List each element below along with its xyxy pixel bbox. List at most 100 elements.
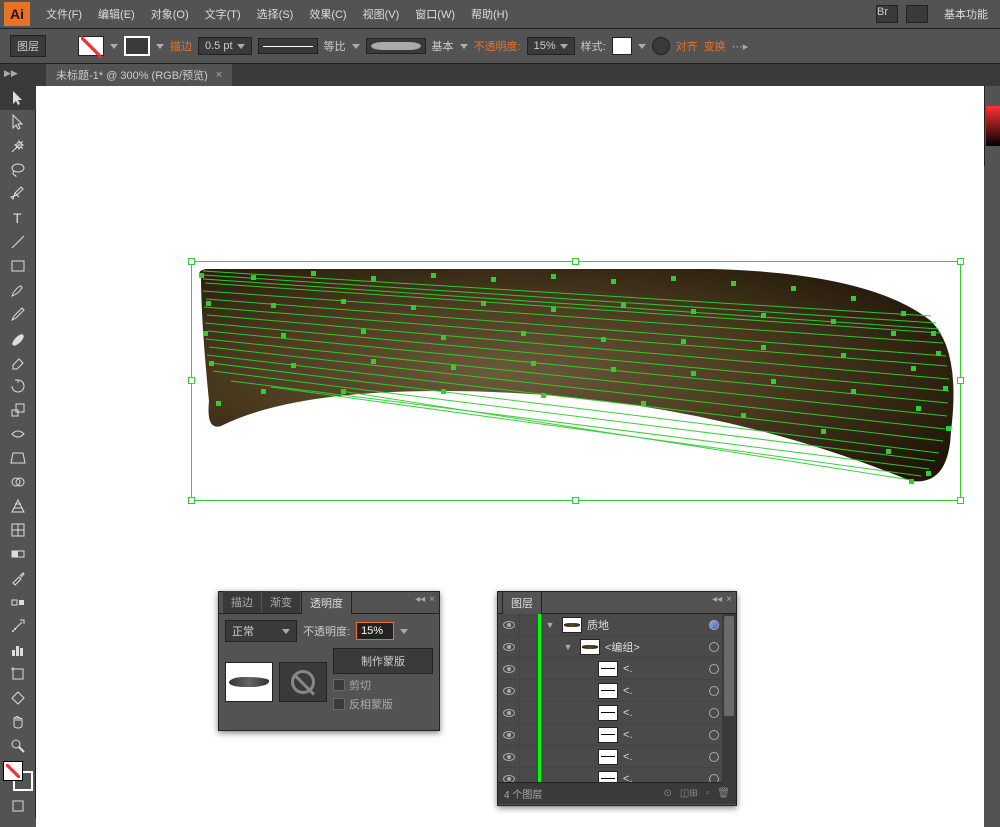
- panel-close-icon[interactable]: ×: [429, 594, 435, 605]
- layer-name[interactable]: <编组>: [603, 639, 704, 655]
- shape-builder-tool[interactable]: [0, 470, 36, 494]
- layer-row[interactable]: <.: [498, 680, 736, 702]
- layer-thumbnail[interactable]: [598, 771, 618, 783]
- opacity-label[interactable]: 不透明度:: [474, 38, 521, 54]
- stroke-tab[interactable]: 描边: [223, 591, 261, 613]
- target-button[interactable]: [704, 642, 724, 652]
- eyedropper-tool[interactable]: [0, 566, 36, 590]
- menu-item[interactable]: 文字(T): [197, 2, 249, 26]
- layer-thumbnail[interactable]: [598, 661, 618, 677]
- visibility-toggle[interactable]: [498, 658, 520, 680]
- fill-stroke-control[interactable]: [3, 761, 33, 791]
- visibility-toggle[interactable]: [498, 768, 520, 783]
- selection-handle[interactable]: [188, 258, 195, 265]
- color-panel-icon[interactable]: [986, 106, 1000, 146]
- mesh-tool[interactable]: [0, 518, 36, 542]
- magic-wand-tool[interactable]: [0, 134, 36, 158]
- visibility-toggle[interactable]: [498, 636, 520, 658]
- eraser-tool[interactable]: [0, 350, 36, 374]
- style-dropdown-icon[interactable]: [638, 44, 646, 49]
- pencil-tool[interactable]: [0, 302, 36, 326]
- transform-label[interactable]: 变换: [704, 38, 726, 54]
- lock-cell[interactable]: [520, 746, 538, 768]
- layer-thumbnail[interactable]: [598, 727, 618, 743]
- artboard-tool[interactable]: [0, 662, 36, 686]
- options-more-icon[interactable]: ⋯▸: [732, 40, 749, 53]
- stroke-profile[interactable]: [258, 38, 318, 54]
- selection-handle[interactable]: [957, 377, 964, 384]
- panel-close-icon[interactable]: ×: [726, 594, 732, 605]
- fill-dropdown-icon[interactable]: [110, 44, 118, 49]
- layer-thumbnail[interactable]: [562, 617, 582, 633]
- panel-collapse-icon[interactable]: ◂◂: [712, 594, 722, 605]
- layer-row[interactable]: <.: [498, 658, 736, 680]
- gradient-tool[interactable]: [0, 542, 36, 566]
- stroke-label[interactable]: 描边: [170, 38, 192, 54]
- selection-tool[interactable]: [0, 86, 36, 110]
- disclosure-triangle-icon[interactable]: ▼: [546, 620, 555, 630]
- proportional-dropdown-icon[interactable]: [352, 44, 360, 49]
- panel-opacity-field[interactable]: 15%: [356, 622, 394, 640]
- paintbrush-tool[interactable]: [0, 278, 36, 302]
- layer-row[interactable]: ▼ <编组>: [498, 636, 736, 658]
- target-button[interactable]: [704, 620, 724, 630]
- clip-checkbox[interactable]: [333, 679, 345, 691]
- menu-item[interactable]: 文件(F): [38, 2, 90, 26]
- lock-cell[interactable]: [520, 658, 538, 680]
- target-button[interactable]: [704, 664, 724, 674]
- locate-object-icon[interactable]: ⊙: [664, 788, 672, 799]
- lasso-tool[interactable]: [0, 158, 36, 182]
- layers-scrollbar[interactable]: [722, 614, 736, 783]
- pen-tool[interactable]: [0, 182, 36, 206]
- column-graph-tool[interactable]: [0, 638, 36, 662]
- layer-row[interactable]: <.: [498, 724, 736, 746]
- layer-name[interactable]: <.: [621, 685, 704, 697]
- make-mask-button[interactable]: 制作蒙版: [333, 648, 433, 674]
- scrollbar-thumb[interactable]: [724, 616, 734, 716]
- drawing-mode[interactable]: [0, 794, 36, 818]
- selection-handle[interactable]: [572, 258, 579, 265]
- close-icon[interactable]: ×: [216, 69, 222, 81]
- layer-name[interactable]: <.: [621, 707, 704, 719]
- menu-item[interactable]: 窗口(W): [407, 2, 463, 26]
- blend-tool[interactable]: [0, 590, 36, 614]
- selection-handle[interactable]: [572, 497, 579, 504]
- menu-item[interactable]: 视图(V): [355, 2, 408, 26]
- visibility-toggle[interactable]: [498, 614, 520, 636]
- layer-row[interactable]: <.: [498, 768, 736, 782]
- hand-tool[interactable]: [0, 710, 36, 734]
- selection-handle[interactable]: [957, 497, 964, 504]
- layer-name[interactable]: <.: [621, 773, 704, 783]
- lock-cell[interactable]: [520, 724, 538, 746]
- menu-item[interactable]: 对象(O): [143, 2, 197, 26]
- direct-selection-tool[interactable]: [0, 110, 36, 134]
- lock-cell[interactable]: [520, 702, 538, 724]
- stroke-swatch[interactable]: [124, 36, 150, 56]
- rotate-tool[interactable]: [0, 374, 36, 398]
- symbol-sprayer-tool[interactable]: [0, 614, 36, 638]
- layer-thumbnail[interactable]: [598, 705, 618, 721]
- layer-name[interactable]: <.: [621, 751, 704, 763]
- document-tab[interactable]: 未标题-1* @ 300% (RGB/预览) ×: [46, 64, 232, 86]
- menu-item[interactable]: 编辑(E): [90, 2, 143, 26]
- layer-thumbnail[interactable]: [598, 683, 618, 699]
- target-button[interactable]: [704, 774, 724, 783]
- invert-mask-checkbox[interactable]: [333, 698, 345, 710]
- blob-brush-tool[interactable]: [0, 326, 36, 350]
- transparency-tab[interactable]: 透明度: [301, 591, 352, 614]
- visibility-toggle[interactable]: [498, 724, 520, 746]
- target-button[interactable]: [704, 752, 724, 762]
- lock-cell[interactable]: [520, 636, 538, 658]
- opacity-dropdown-icon[interactable]: [400, 629, 408, 634]
- workspace-switcher[interactable]: 基本功能: [936, 2, 996, 26]
- disclosure-triangle-icon[interactable]: ▼: [564, 642, 573, 652]
- layer-thumbnail[interactable]: [580, 639, 600, 655]
- layer-name[interactable]: 质地: [585, 617, 704, 633]
- layer-thumbnail[interactable]: [598, 749, 618, 765]
- selection-handle[interactable]: [957, 258, 964, 265]
- lock-cell[interactable]: [520, 614, 538, 636]
- target-button[interactable]: [704, 708, 724, 718]
- expand-chevron-icon[interactable]: ▶▶: [4, 68, 18, 79]
- type-tool[interactable]: T: [0, 206, 36, 230]
- width-tool[interactable]: [0, 422, 36, 446]
